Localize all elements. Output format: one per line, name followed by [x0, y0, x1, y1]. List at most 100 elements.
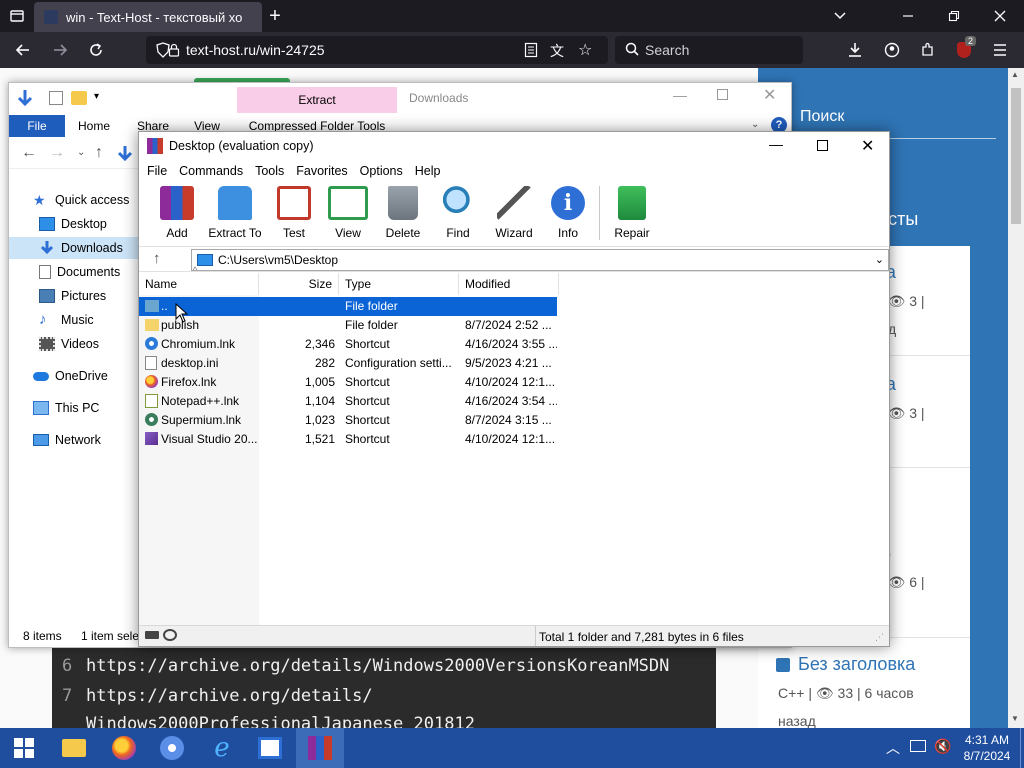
ribbon-tab-file[interactable]: File: [9, 115, 65, 137]
properties-icon[interactable]: [49, 91, 63, 105]
toolbar-repair-button[interactable]: Repair: [604, 186, 660, 242]
nav-videos[interactable]: Videos: [39, 337, 99, 351]
file-row[interactable]: Visual Studio 20... 1,521 Shortcut 4/10/…: [139, 430, 557, 449]
menu-options[interactable]: Options: [354, 164, 409, 178]
toolbar-extract-to-button[interactable]: Extract To: [207, 186, 263, 242]
taskbar-app-chromium[interactable]: [148, 728, 196, 768]
qat-dropdown-icon[interactable]: ▾: [94, 91, 99, 102]
file-row[interactable]: Chromium.lnk 2,346 Shortcut 4/16/2024 3:…: [139, 335, 557, 354]
menu-favorites[interactable]: Favorites: [290, 164, 353, 178]
toolbar-info-button[interactable]: i Info: [540, 186, 596, 242]
taskbar-app-winrar[interactable]: [296, 728, 344, 768]
file-row[interactable]: desktop.ini 282 Configuration setti... 9…: [139, 354, 557, 373]
maximize-icon[interactable]: [817, 140, 828, 151]
toolbar-wizard-button[interactable]: Wizard: [486, 186, 542, 242]
nav-downloads[interactable]: Downloads: [39, 241, 123, 255]
volume-muted-icon[interactable]: 🔇: [934, 738, 951, 755]
taskbar-app-internet-explorer[interactable]: e: [198, 728, 246, 768]
down-arrow-icon[interactable]: [17, 89, 33, 110]
nav-desktop[interactable]: Desktop: [39, 217, 107, 231]
taskbar-app-remote[interactable]: [246, 728, 294, 768]
path-dropdown-chevron-icon[interactable]: ⌄: [875, 253, 884, 266]
file-row[interactable]: Firefox.lnk 1,005 Shortcut 4/10/2024 12:…: [139, 373, 557, 392]
back-arrow-icon[interactable]: [9, 36, 37, 64]
translate-icon[interactable]: 文: [550, 41, 564, 61]
toolbar-view-button[interactable]: View: [320, 186, 376, 242]
browser-tab[interactable]: win - Text-Host - текстовый хо: [34, 2, 262, 32]
minimize-icon[interactable]: —: [769, 136, 783, 152]
ribbon-tab-home[interactable]: Home: [69, 115, 119, 137]
bookmark-star-icon[interactable]: ☆: [578, 40, 592, 60]
minimize-icon[interactable]: —: [673, 87, 687, 103]
toolbar-find-button[interactable]: Find: [430, 186, 486, 242]
extract-context-tab[interactable]: Extract: [237, 87, 397, 113]
tray-chevron-up-icon[interactable]: ︿: [886, 738, 900, 758]
tab-list-icon[interactable]: [3, 2, 31, 30]
toolbar-test-button[interactable]: Test: [266, 186, 322, 242]
new-folder-icon[interactable]: [71, 91, 87, 105]
taskbar-app-firefox[interactable]: [100, 728, 148, 768]
toolbar-add-button[interactable]: Add: [149, 186, 205, 242]
column-header-modified[interactable]: Modified: [459, 273, 559, 295]
scroll-up-icon[interactable]: ▲: [1011, 70, 1019, 79]
nav-pictures[interactable]: Pictures: [39, 289, 106, 303]
nav-network[interactable]: Network: [33, 433, 101, 447]
extensions-puzzle-icon[interactable]: [914, 36, 942, 64]
up-folder-icon[interactable]: ↑: [153, 250, 161, 267]
back-icon[interactable]: ←: [21, 144, 37, 162]
scroll-down-icon[interactable]: ▼: [1011, 714, 1019, 723]
resize-grip-icon[interactable]: ⋰: [875, 632, 884, 643]
close-icon[interactable]: ✕: [861, 136, 874, 156]
ublock-extension-icon[interactable]: 2: [950, 36, 978, 64]
reader-view-icon[interactable]: [524, 42, 538, 61]
column-header-size[interactable]: Size: [259, 273, 339, 295]
hamburger-menu-icon[interactable]: [986, 36, 1014, 64]
scroll-thumb[interactable]: [1011, 88, 1021, 224]
file-row[interactable]: publish File folder 8/7/2024 2:52 ...: [139, 316, 557, 335]
nav-this-pc[interactable]: This PC: [33, 401, 99, 415]
toolbar-delete-button[interactable]: Delete: [375, 186, 431, 242]
downloads-icon[interactable]: [841, 36, 869, 64]
account-icon[interactable]: [878, 36, 906, 64]
key-icon[interactable]: [163, 629, 177, 641]
start-button[interactable]: [0, 728, 48, 768]
column-header-name[interactable]: Name: [139, 273, 259, 295]
ribbon-expand-chevron-icon[interactable]: ⌄: [751, 119, 759, 130]
menu-tools[interactable]: Tools: [249, 164, 290, 178]
network-tray-icon[interactable]: [910, 740, 926, 752]
file-row[interactable]: Supermium.lnk 1,023 Shortcut 8/7/2024 3:…: [139, 411, 557, 430]
path-combobox[interactable]: C:\Users\vm5\Desktop ⌄: [191, 249, 889, 271]
menu-commands[interactable]: Commands: [173, 164, 249, 178]
menu-help[interactable]: Help: [409, 164, 447, 178]
nav-documents[interactable]: Documents: [39, 265, 120, 279]
show-desktop-button[interactable]: [1020, 728, 1024, 768]
lock-icon[interactable]: [168, 42, 180, 61]
nav-onedrive[interactable]: OneDrive: [33, 369, 108, 383]
drive-icon[interactable]: [145, 631, 159, 639]
file-row[interactable]: .. File folder: [139, 297, 557, 316]
forward-icon[interactable]: →: [49, 144, 65, 162]
forward-arrow-icon[interactable]: [46, 36, 74, 64]
maximize-icon[interactable]: [717, 89, 728, 100]
search-bar[interactable]: Search: [615, 36, 803, 64]
nav-music[interactable]: ♪ Music: [39, 312, 94, 327]
post-card[interactable]: Без заголовка C++ | 👁 33 | 6 часов назад: [758, 638, 970, 728]
menu-file[interactable]: File: [141, 164, 173, 178]
recent-locations-icon[interactable]: ⌄: [77, 147, 85, 158]
tray-clock[interactable]: 4:31 AM 8/7/2024: [958, 732, 1016, 764]
reload-icon[interactable]: [82, 36, 110, 64]
up-icon[interactable]: ↑: [95, 144, 103, 162]
close-icon[interactable]: ✕: [763, 85, 776, 105]
url-bar[interactable]: text-host.ru/win-24725 文 ☆: [146, 36, 608, 64]
post-title[interactable]: Без заголовка: [798, 654, 915, 675]
page-scrollbar[interactable]: ▲ ▼: [1008, 68, 1024, 728]
taskbar-app-file-explorer[interactable]: [50, 728, 98, 768]
minimize-window-icon[interactable]: [894, 2, 922, 30]
nav-quick-access[interactable]: ★ Quick access: [33, 193, 129, 207]
close-window-icon[interactable]: [986, 2, 1014, 30]
column-header-type[interactable]: Type: [339, 273, 459, 295]
file-row[interactable]: Notepad++.lnk 1,104 Shortcut 4/16/2024 3…: [139, 392, 557, 411]
restore-window-icon[interactable]: [940, 2, 968, 30]
list-all-tabs-chevron-icon[interactable]: [826, 2, 854, 30]
new-tab-button[interactable]: +: [261, 2, 289, 30]
